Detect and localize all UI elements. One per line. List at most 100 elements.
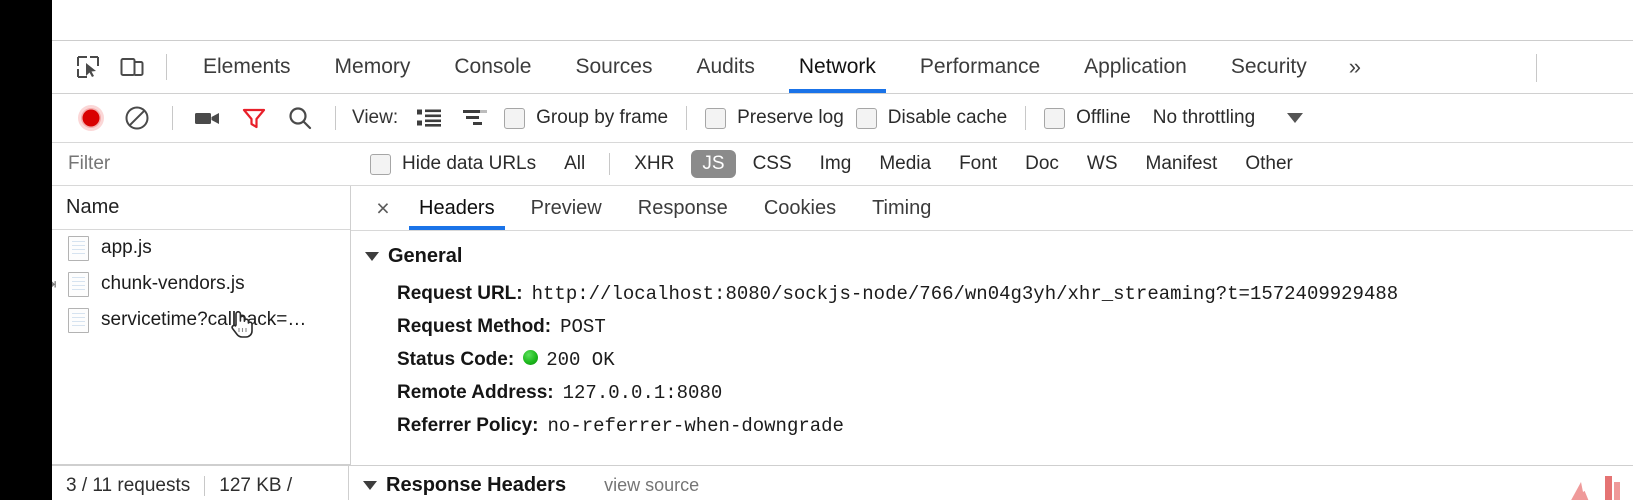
general-section-header[interactable]: General <box>365 245 1633 268</box>
filter-type-img[interactable]: Img <box>809 150 863 178</box>
row-value: POST <box>560 316 606 338</box>
tab-audits[interactable]: Audits <box>675 41 777 93</box>
offline-label: Offline <box>1076 107 1131 128</box>
checkbox-box[interactable] <box>705 107 727 129</box>
device-toolbar-icon[interactable] <box>110 47 154 87</box>
filter-type-all[interactable]: All <box>553 150 596 178</box>
table-row[interactable]: app.js <box>52 230 350 266</box>
waterfall-view-icon[interactable] <box>452 98 498 138</box>
preserve-log-checkbox[interactable]: Preserve log <box>705 107 844 129</box>
devtools-main-tabbar: Elements Memory Console Sources Audits N… <box>52 41 1633 94</box>
table-row[interactable]: servicetime?callback=… <box>52 302 350 338</box>
tab-response[interactable]: Response <box>620 186 746 230</box>
status-bar: 3 / 11 requests 127 KB / Response Header… <box>52 465 1633 500</box>
tabbar-right-divider <box>1536 54 1537 82</box>
network-split-view: Name app.js ⇥ chunk-vendors.js serviceti… <box>52 186 1633 465</box>
list-view-icon[interactable] <box>406 98 452 138</box>
tab-console[interactable]: Console <box>432 41 553 93</box>
checkbox-box[interactable] <box>504 107 526 129</box>
tab-cookies[interactable]: Cookies <box>746 186 854 230</box>
requests-count: 3 / 11 requests <box>66 475 191 496</box>
filter-type-doc[interactable]: Doc <box>1014 150 1070 178</box>
checkbox-box[interactable] <box>855 107 877 129</box>
document-icon <box>68 271 89 297</box>
tab-overflow-chevron-icon[interactable]: » <box>1329 54 1379 80</box>
toolbar-divider-4 <box>1025 106 1027 130</box>
filter-type-manifest[interactable]: Manifest <box>1135 150 1229 178</box>
tab-sources[interactable]: Sources <box>553 41 674 93</box>
general-row-remote-address: Remote Address: 127.0.0.1:8080 <box>365 377 1633 410</box>
checkbox-box[interactable] <box>1044 107 1066 129</box>
screenshot-root: Elements Memory Console Sources Audits N… <box>0 0 1633 500</box>
status-divider <box>204 476 206 496</box>
view-label: View: <box>352 107 399 128</box>
disable-cache-label: Disable cache <box>887 107 1008 128</box>
row-value: no-referrer-when-downgrade <box>547 415 844 437</box>
throttling-select[interactable]: No throttling <box>1153 107 1255 129</box>
general-row-request-url: Request URL: http://localhost:8080/sockj… <box>365 278 1633 311</box>
disable-cache-checkbox[interactable]: Disable cache <box>855 107 1008 129</box>
inspect-element-icon[interactable] <box>66 47 110 87</box>
capture-screenshots-icon[interactable] <box>185 98 231 138</box>
filter-type-js[interactable]: JS <box>691 150 736 178</box>
status-ok-dot-icon <box>523 350 539 365</box>
filter-type-other[interactable]: Other <box>1234 150 1304 178</box>
hide-data-urls-checkbox[interactable]: Hide data URLs <box>370 153 536 175</box>
tabbar-divider <box>166 54 167 80</box>
clear-icon[interactable] <box>114 98 160 138</box>
left-black-gutter <box>0 0 52 500</box>
offline-checkbox[interactable]: Offline <box>1044 107 1131 129</box>
response-headers-section: Response Headers view source <box>349 466 1633 497</box>
filter-icon[interactable] <box>231 98 277 138</box>
tab-memory[interactable]: Memory <box>313 41 433 93</box>
request-name: servicetime?callback=… <box>101 309 307 330</box>
tab-headers[interactable]: Headers <box>401 186 513 230</box>
filter-type-css[interactable]: CSS <box>742 150 803 178</box>
response-headers-header[interactable]: Response Headers <box>363 474 566 497</box>
devtools-window: Elements Memory Console Sources Audits N… <box>52 0 1633 500</box>
general-section-title: General <box>388 245 463 267</box>
tab-network[interactable]: Network <box>777 41 898 93</box>
filter-type-font[interactable]: Font <box>948 150 1008 178</box>
response-headers-title: Response Headers <box>386 474 567 496</box>
search-icon[interactable] <box>277 98 323 138</box>
tab-elements[interactable]: Elements <box>181 41 313 93</box>
request-name: app.js <box>101 237 152 258</box>
tab-preview[interactable]: Preview <box>513 186 620 230</box>
row-marker-arrow-icon: ⇥ <box>52 275 57 293</box>
toolbar-divider-3 <box>686 106 688 130</box>
preserve-log-label: Preserve log <box>737 107 844 128</box>
tab-performance[interactable]: Performance <box>898 41 1062 93</box>
filter-type-media[interactable]: Media <box>868 150 942 178</box>
request-list: app.js ⇥ chunk-vendors.js servicetime?ca… <box>52 230 350 465</box>
row-key: Referrer Policy: <box>397 415 539 436</box>
filter-type-ws[interactable]: WS <box>1076 150 1129 178</box>
tab-security[interactable]: Security <box>1209 41 1329 93</box>
checkbox-box[interactable] <box>370 153 391 175</box>
row-key: Request Method: <box>397 316 552 337</box>
filter-input[interactable] <box>66 152 370 176</box>
record-button-icon[interactable] <box>68 98 114 138</box>
toolbar-divider-2 <box>335 106 336 130</box>
tab-application[interactable]: Application <box>1062 41 1209 93</box>
view-source-link[interactable]: view source <box>604 475 699 496</box>
tab-timing[interactable]: Timing <box>854 186 949 230</box>
network-filter-bar: Hide data URLs All XHR JS CSS Img Media … <box>52 143 1633 186</box>
document-icon <box>68 235 89 261</box>
caret-down-icon[interactable] <box>1287 113 1304 123</box>
page-area-above-devtools <box>52 0 1633 41</box>
detail-tabbar: × Headers Preview Response Cookies Timin… <box>351 186 1633 231</box>
table-row[interactable]: ⇥ chunk-vendors.js <box>52 266 350 302</box>
headers-content: General Request URL: http://localhost:80… <box>351 231 1633 465</box>
hide-data-urls-label: Hide data URLs <box>402 153 537 174</box>
filter-type-xhr[interactable]: XHR <box>623 150 685 178</box>
status-bar-left: 3 / 11 requests 127 KB / <box>52 466 349 500</box>
transferred-size: 127 KB / <box>219 475 293 496</box>
document-icon <box>68 307 89 333</box>
row-value: 200 OK <box>546 349 615 371</box>
group-by-frame-checkbox[interactable]: Group by frame <box>504 107 668 129</box>
row-value[interactable]: http://localhost:8080/sockjs-node/766/wn… <box>532 283 1399 305</box>
close-icon[interactable]: × <box>365 196 401 220</box>
toolbar-divider-1 <box>172 106 173 130</box>
triangle-down-icon <box>363 481 377 490</box>
